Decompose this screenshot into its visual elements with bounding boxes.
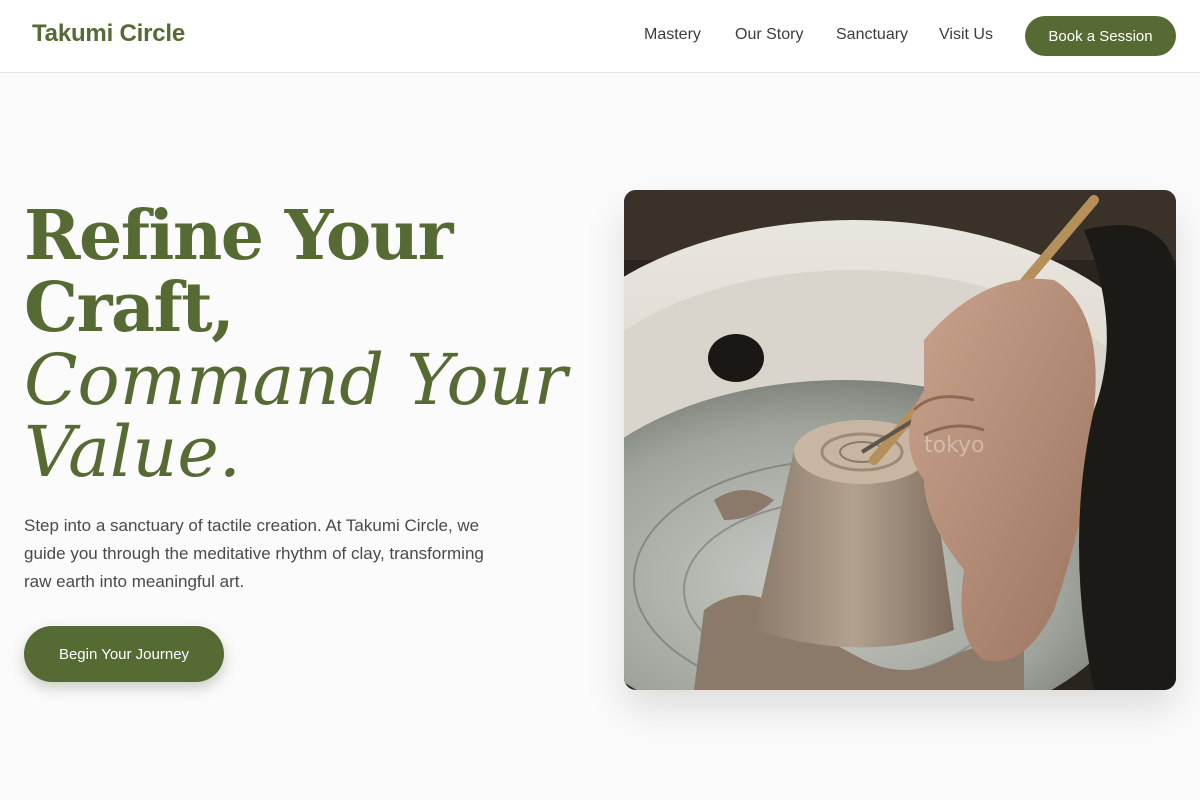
headline-line-4: Value. [24, 411, 242, 493]
pottery-illustration: tokyo [624, 190, 1176, 690]
headline-line-3: Command Your [24, 339, 568, 421]
nav-link-visit-us[interactable]: Visit Us [939, 26, 993, 44]
nav-link-our-story[interactable]: Our Story [735, 26, 803, 44]
begin-journey-button[interactable]: Begin Your Journey [24, 626, 224, 682]
hero-pottery-image: tokyo [624, 190, 1176, 690]
top-navigation: Takumi Circle Mastery Our Story Sanctuar… [0, 0, 1200, 73]
headline-line-1: Refine Your [24, 196, 454, 276]
nav-links: Mastery Our Story Sanctuary Visit Us [0, 26, 1200, 50]
hero-headline: Refine Your Craft, Command Your Value. [24, 200, 584, 488]
hero-intro-text: Step into a sanctuary of tactile creatio… [24, 516, 484, 591]
headline-line-2: Craft, [24, 268, 235, 348]
nav-link-mastery[interactable]: Mastery [644, 26, 701, 44]
nav-link-sanctuary[interactable]: Sanctuary [836, 26, 908, 44]
image-watermark: tokyo [924, 433, 985, 458]
book-session-button[interactable]: Book a Session [1025, 16, 1176, 56]
